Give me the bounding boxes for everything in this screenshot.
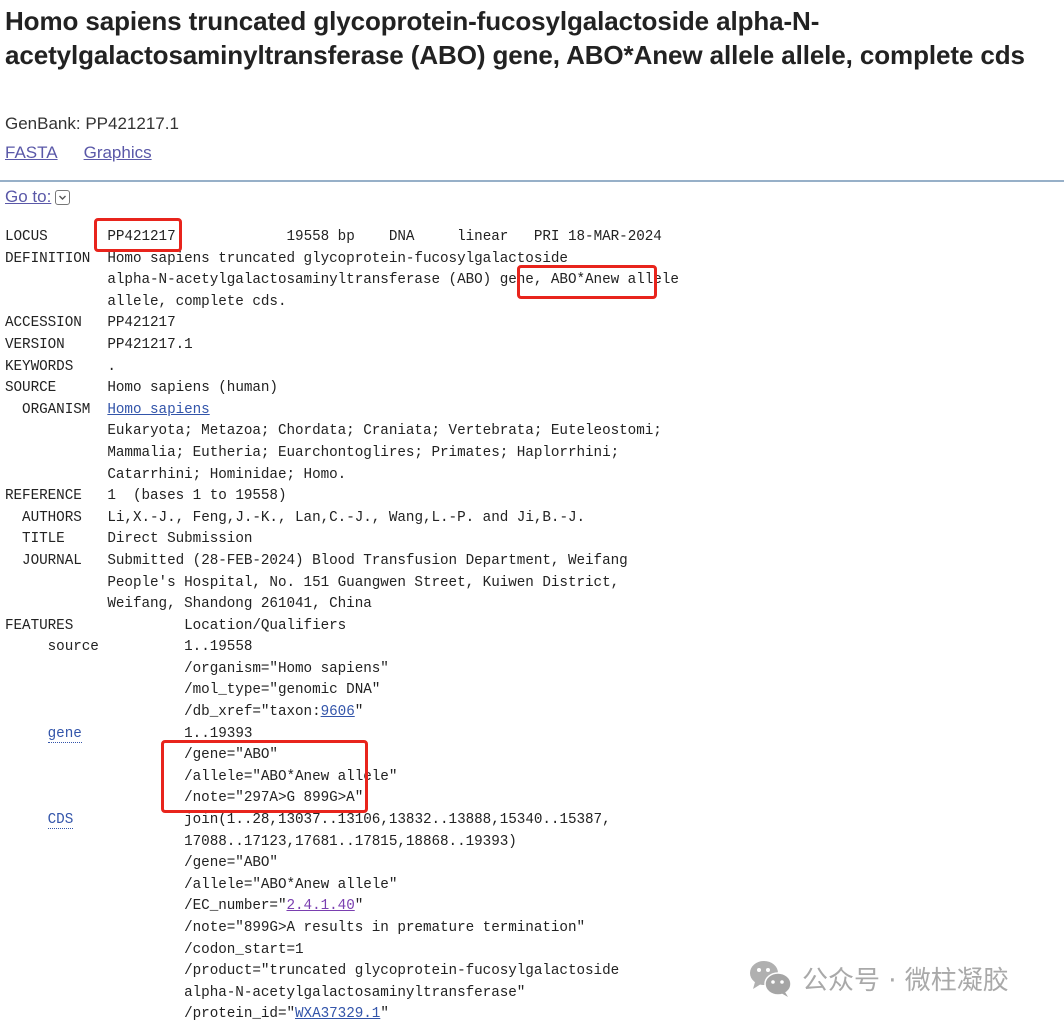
- ref-title-key: TITLE: [5, 531, 65, 548]
- features-header: Location/Qualifiers: [184, 617, 347, 634]
- cds-location: 17088..17123,17681..17815,18868..19393): [184, 833, 517, 850]
- accession-key: ACCESSION: [5, 315, 82, 332]
- definition-line: alpha-N-acetylgalactosaminyltransferase …: [107, 272, 551, 289]
- watermark: 公众号 · 微柱凝胶: [748, 958, 1009, 998]
- qualifier-organism: /organism="Homo sapiens": [184, 660, 389, 677]
- version-key: VERSION: [5, 336, 65, 353]
- reference-value: 1 (bases 1 to 19558): [107, 488, 287, 505]
- qualifier-protein-id: /protein_id=": [184, 1006, 296, 1023]
- definition-allele: ABO*Anew allele: [550, 272, 679, 289]
- qualifier-mol-type: /mol_type="genomic DNA": [184, 682, 381, 699]
- qualifier-product: /product="truncated glycoprotein-fucosyl…: [184, 963, 620, 980]
- quote: ": [354, 704, 364, 721]
- feature-gene-link[interactable]: gene: [47, 725, 82, 743]
- wechat-icon: [748, 958, 794, 998]
- qualifier-allele: /allele="ABO*Anew allele": [184, 768, 398, 785]
- lineage-line: Mammalia; Eutheria; Euarchontoglires; Pr…: [107, 444, 620, 461]
- version-value: PP421217.1: [107, 336, 193, 353]
- page-title: Homo sapiens truncated glycoprotein-fuco…: [5, 6, 1025, 70]
- source-key: SOURCE: [5, 380, 57, 397]
- qualifier-gene: /gene="ABO": [184, 747, 278, 764]
- organism-link[interactable]: Homo sapiens: [107, 402, 209, 418]
- genbank-flatfile: LOCUS PP421217 19558 bp DNA linear PRI 1…: [5, 227, 679, 1026]
- locus-details: 19558 bp DNA linear PRI 18-MAR-2024: [175, 229, 662, 245]
- reference-key: REFERENCE: [5, 488, 82, 505]
- taxon-link[interactable]: 9606: [321, 704, 355, 720]
- feature-cds-link[interactable]: CDS: [47, 812, 73, 830]
- journal-line: Weifang, Shandong 261041, China: [107, 596, 372, 613]
- qualifier-gene: /gene="ABO": [184, 855, 278, 872]
- view-links: FASTA Graphics: [5, 143, 178, 163]
- locus-key: LOCUS: [5, 229, 48, 245]
- feature-source-location: 1..19558: [184, 639, 253, 656]
- quote: ": [354, 898, 364, 915]
- keywords-key: KEYWORDS: [5, 358, 74, 375]
- qualifier-note: /note="899G>A results in premature termi…: [184, 920, 586, 936]
- genbank-accession: GenBank: PP421217.1: [5, 114, 179, 133]
- feature-gene-location: 1..19393: [184, 725, 253, 742]
- journal-line: People's Hospital, No. 151 Guangwen Stre…: [107, 574, 620, 591]
- definition-key: DEFINITION: [5, 250, 91, 267]
- qualifier-allele: /allele="ABO*Anew allele": [184, 876, 398, 893]
- chevron-down-icon[interactable]: [55, 189, 71, 205]
- ref-title-value: Direct Submission: [107, 531, 253, 548]
- journal-key: JOURNAL: [5, 552, 82, 569]
- keywords-value: .: [107, 358, 116, 375]
- qualifier-ec-number: /EC_number=": [184, 898, 287, 915]
- cds-location: join(1..28,13037..13106,13832..13888,153…: [184, 812, 611, 829]
- qualifier-product: alpha-N-acetylgalactosaminyltransferase": [184, 984, 526, 1001]
- protein-id-link[interactable]: WXA37329.1: [295, 1006, 380, 1022]
- lineage-line: Catarrhini; Hominidae; Homo.: [107, 466, 347, 483]
- divider: [0, 180, 1064, 182]
- lineage-line: Eukaryota; Metazoa; Chordata; Craniata; …: [107, 423, 662, 440]
- qualifier-db-xref: /db_xref="taxon:: [184, 704, 321, 721]
- authors-value: Li,X.-J., Feng,J.-K., Lan,C.-J., Wang,L.…: [107, 509, 586, 526]
- accession-value: PP421217: [107, 315, 176, 332]
- features-key: FEATURES: [5, 617, 74, 634]
- ec-number-link[interactable]: 2.4.1.40: [286, 898, 354, 914]
- graphics-link[interactable]: Graphics: [84, 143, 152, 162]
- definition-line: Homo sapiens truncated glycoprotein-fuco…: [107, 250, 568, 267]
- fasta-link[interactable]: FASTA: [5, 143, 58, 162]
- organism-key: ORGANISM: [5, 401, 91, 418]
- quote: ": [380, 1006, 389, 1023]
- watermark-text: 公众号 · 微柱凝胶: [802, 965, 1009, 996]
- feature-source-key: source: [47, 639, 99, 656]
- definition-line: allele, complete cds.: [107, 293, 287, 310]
- journal-line: Submitted (28-FEB-2024) Blood Transfusio…: [107, 552, 628, 569]
- goto-menu[interactable]: Go to:: [5, 187, 71, 207]
- source-value: Homo sapiens (human): [107, 380, 278, 397]
- locus-name: PP421217: [107, 229, 176, 245]
- qualifier-codon-start: /codon_start=1: [184, 941, 304, 958]
- authors-key: AUTHORS: [5, 509, 82, 526]
- goto-link[interactable]: Go to:: [5, 187, 51, 207]
- qualifier-note: /note="297A>G 899G>A": [184, 790, 364, 807]
